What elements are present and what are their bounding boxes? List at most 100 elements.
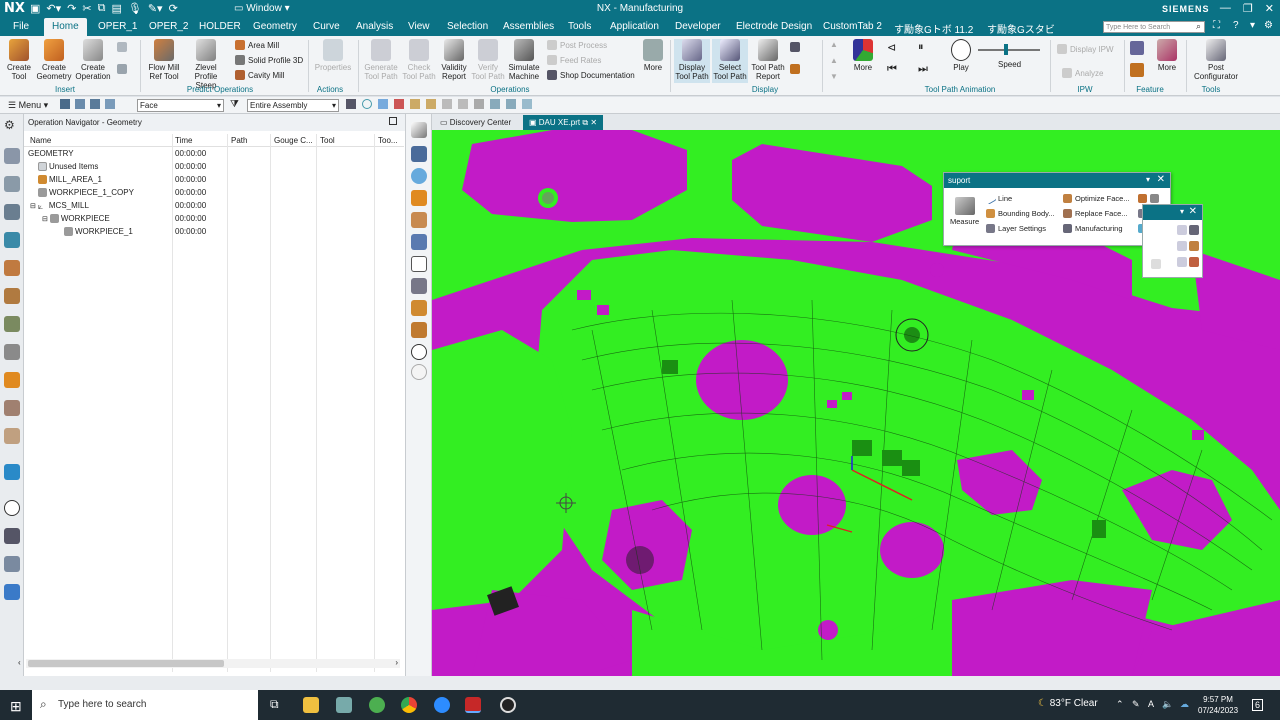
section-icon[interactable] [411, 300, 427, 316]
snap-icon-8[interactable] [458, 99, 468, 109]
tab-custom-b[interactable]: す勵象Gスタビ [987, 21, 1055, 36]
suport-panel-header[interactable]: suport ▾ ✕ [944, 173, 1170, 188]
process-studio-icon[interactable] [4, 464, 20, 480]
tray-app-icon[interactable]: ✎ [1132, 699, 1140, 710]
repeat-icon[interactable]: ⟳ [169, 2, 178, 15]
secondary-icon-3[interactable] [1177, 241, 1187, 251]
redo-icon[interactable]: ↷ [67, 2, 76, 15]
help-resource-icon[interactable] [4, 584, 20, 600]
file-explorer-icon[interactable] [303, 697, 319, 713]
secondary-icon-1[interactable] [1177, 225, 1187, 235]
create-geometry-button[interactable]: Create Geometry [36, 39, 72, 81]
secondary-panel-header[interactable]: ▾ ✕ [1143, 205, 1202, 220]
scroll-right-icon[interactable]: › [395, 658, 398, 667]
snap-icon-9[interactable] [474, 99, 484, 109]
scope-select[interactable]: Entire Assembly [247, 99, 339, 112]
feature-icon-2[interactable] [1130, 63, 1144, 77]
render-style-icon[interactable] [411, 190, 427, 206]
bounding-body-button[interactable]: Bounding Body... [986, 209, 1055, 218]
cavity-mill-button[interactable]: Cavity Mill [235, 70, 284, 80]
secondary-close-icon[interactable]: ✕ [1189, 206, 1197, 217]
snap-view-icon[interactable] [411, 344, 427, 360]
system-materials-icon[interactable] [4, 428, 20, 444]
tab-application[interactable]: Application [610, 21, 659, 32]
clock-icon[interactable] [4, 500, 20, 516]
column-tool-number[interactable]: Too... [378, 136, 398, 145]
snap-view-2-icon[interactable] [411, 364, 427, 380]
insert-extra-icon-1[interactable] [117, 42, 127, 52]
snap-icon-7[interactable] [442, 99, 452, 109]
snap-icon-11[interactable] [506, 99, 516, 109]
tab-file[interactable]: File [13, 21, 29, 32]
create-operation-button[interactable]: Create Operation [74, 39, 112, 81]
tab-dau-xe[interactable]: ▣ DAU XE.prt ⧉ ✕ [523, 115, 604, 130]
snap-icon-3[interactable] [378, 99, 388, 109]
panel-extra-icon-1[interactable] [1138, 194, 1159, 203]
type-filter-select[interactable]: Face [137, 99, 224, 112]
mic-icon[interactable]: 🎙 [128, 2, 142, 15]
task-view-icon[interactable]: ⧉ [270, 697, 286, 713]
navigator-horizontal-scrollbar[interactable]: ‹ › [18, 658, 400, 668]
sketch-icon[interactable] [411, 122, 427, 138]
taskbar-search-input[interactable]: ⌕ Type here to search [32, 690, 258, 720]
simulate-machine-button[interactable]: Simulate Machine [506, 39, 542, 81]
snap-icon-10[interactable] [490, 99, 500, 109]
feature-navigator-icon[interactable] [4, 288, 20, 304]
insert-extra-icon-2[interactable] [117, 64, 127, 74]
shop-documentation-button[interactable]: Shop Documentation [547, 70, 635, 80]
select-icon-4[interactable] [105, 99, 115, 109]
menu-button[interactable]: ☰ Menu ▾ [8, 100, 48, 111]
assembly-navigator-icon[interactable] [4, 176, 20, 192]
tool-path-report-button[interactable]: Tool Path Report [750, 39, 786, 81]
post-process-button[interactable]: Post Process [547, 40, 607, 50]
nx-taskbar-icon[interactable] [465, 697, 481, 713]
tree-row-geometry[interactable]: GEOMETRY 00:00:00 [24, 147, 404, 160]
animation-up-icon[interactable]: ▲ [830, 40, 838, 49]
paste-icon[interactable]: ▤ [111, 2, 121, 15]
create-tool-button[interactable]: Create Tool [4, 39, 34, 81]
chrome-icon[interactable] [401, 697, 417, 713]
tab-electrode-design[interactable]: Electrode Design [736, 21, 812, 32]
tab-developer[interactable]: Developer [675, 21, 721, 32]
settings-gear-icon[interactable]: ⚙ [4, 118, 20, 134]
snap-icon-12[interactable] [522, 99, 532, 109]
zlevel-profile-steep-button[interactable]: Zlevel Profile Steep [184, 39, 228, 90]
select-icon-2[interactable] [75, 99, 85, 109]
area-mill-button[interactable]: Area Mill [235, 40, 279, 50]
feature-more-button[interactable]: More [1154, 39, 1180, 72]
tools-icon[interactable] [4, 528, 20, 544]
layer-icon[interactable] [411, 234, 427, 250]
obs-icon[interactable] [500, 697, 516, 713]
speed-slider[interactable] [978, 49, 1040, 51]
check-tool-path-button[interactable]: Check Tool Path [401, 39, 437, 81]
manufacturing-button[interactable]: Manufacturing [1063, 224, 1123, 233]
maximize-icon[interactable] [389, 117, 397, 125]
tab-selection[interactable]: Selection [447, 21, 488, 32]
tab-oper-1[interactable]: OPER_1 [98, 21, 137, 32]
tab-pin-icon[interactable]: ⧉ [582, 118, 588, 127]
search-icon[interactable]: ⌕ [1196, 21, 1201, 32]
tree-row-unused-items[interactable]: Unused Items 00:00:00 [24, 160, 404, 173]
help-icon[interactable]: ? [1233, 20, 1239, 31]
window-menu[interactable]: ▭ Window ▾ [234, 3, 290, 14]
snap-icon-4[interactable] [394, 99, 404, 109]
generate-tool-path-button[interactable]: Generate Tool Path [362, 39, 400, 81]
tree-row-mcs-mill[interactable]: ⊟ ⟀ MCS_MILL 00:00:00 [24, 199, 404, 212]
orient-view-icon[interactable] [411, 168, 427, 184]
windows-start-icon[interactable]: ⊞ [10, 698, 22, 715]
wcs-icon[interactable] [411, 146, 427, 162]
tree-row-workpiece-1-copy[interactable]: WORKPIECE_1_COPY 00:00:00 [24, 186, 404, 199]
column-time[interactable]: Time [175, 136, 192, 145]
save-icon[interactable]: ▣ [30, 2, 40, 15]
tab-customtab-2[interactable]: CustomTab 2 [823, 21, 882, 32]
solid-profile-3d-button[interactable]: Solid Profile 3D [235, 55, 303, 65]
undo-icon[interactable]: ↶▾ [46, 2, 61, 15]
fullscreen-icon[interactable]: ⛶ [1213, 20, 1220, 31]
tab-oper-2[interactable]: OPER_2 [149, 21, 188, 32]
command-search-input[interactable]: Type Here to Search [1103, 21, 1205, 33]
secondary-icon-5[interactable] [1151, 259, 1161, 269]
tab-holder[interactable]: HOLDER [199, 21, 241, 32]
line-button[interactable]: Line [984, 192, 1012, 205]
measure-button[interactable]: Measure [950, 197, 979, 226]
pause-icon[interactable]: ⏸ [918, 41, 924, 54]
